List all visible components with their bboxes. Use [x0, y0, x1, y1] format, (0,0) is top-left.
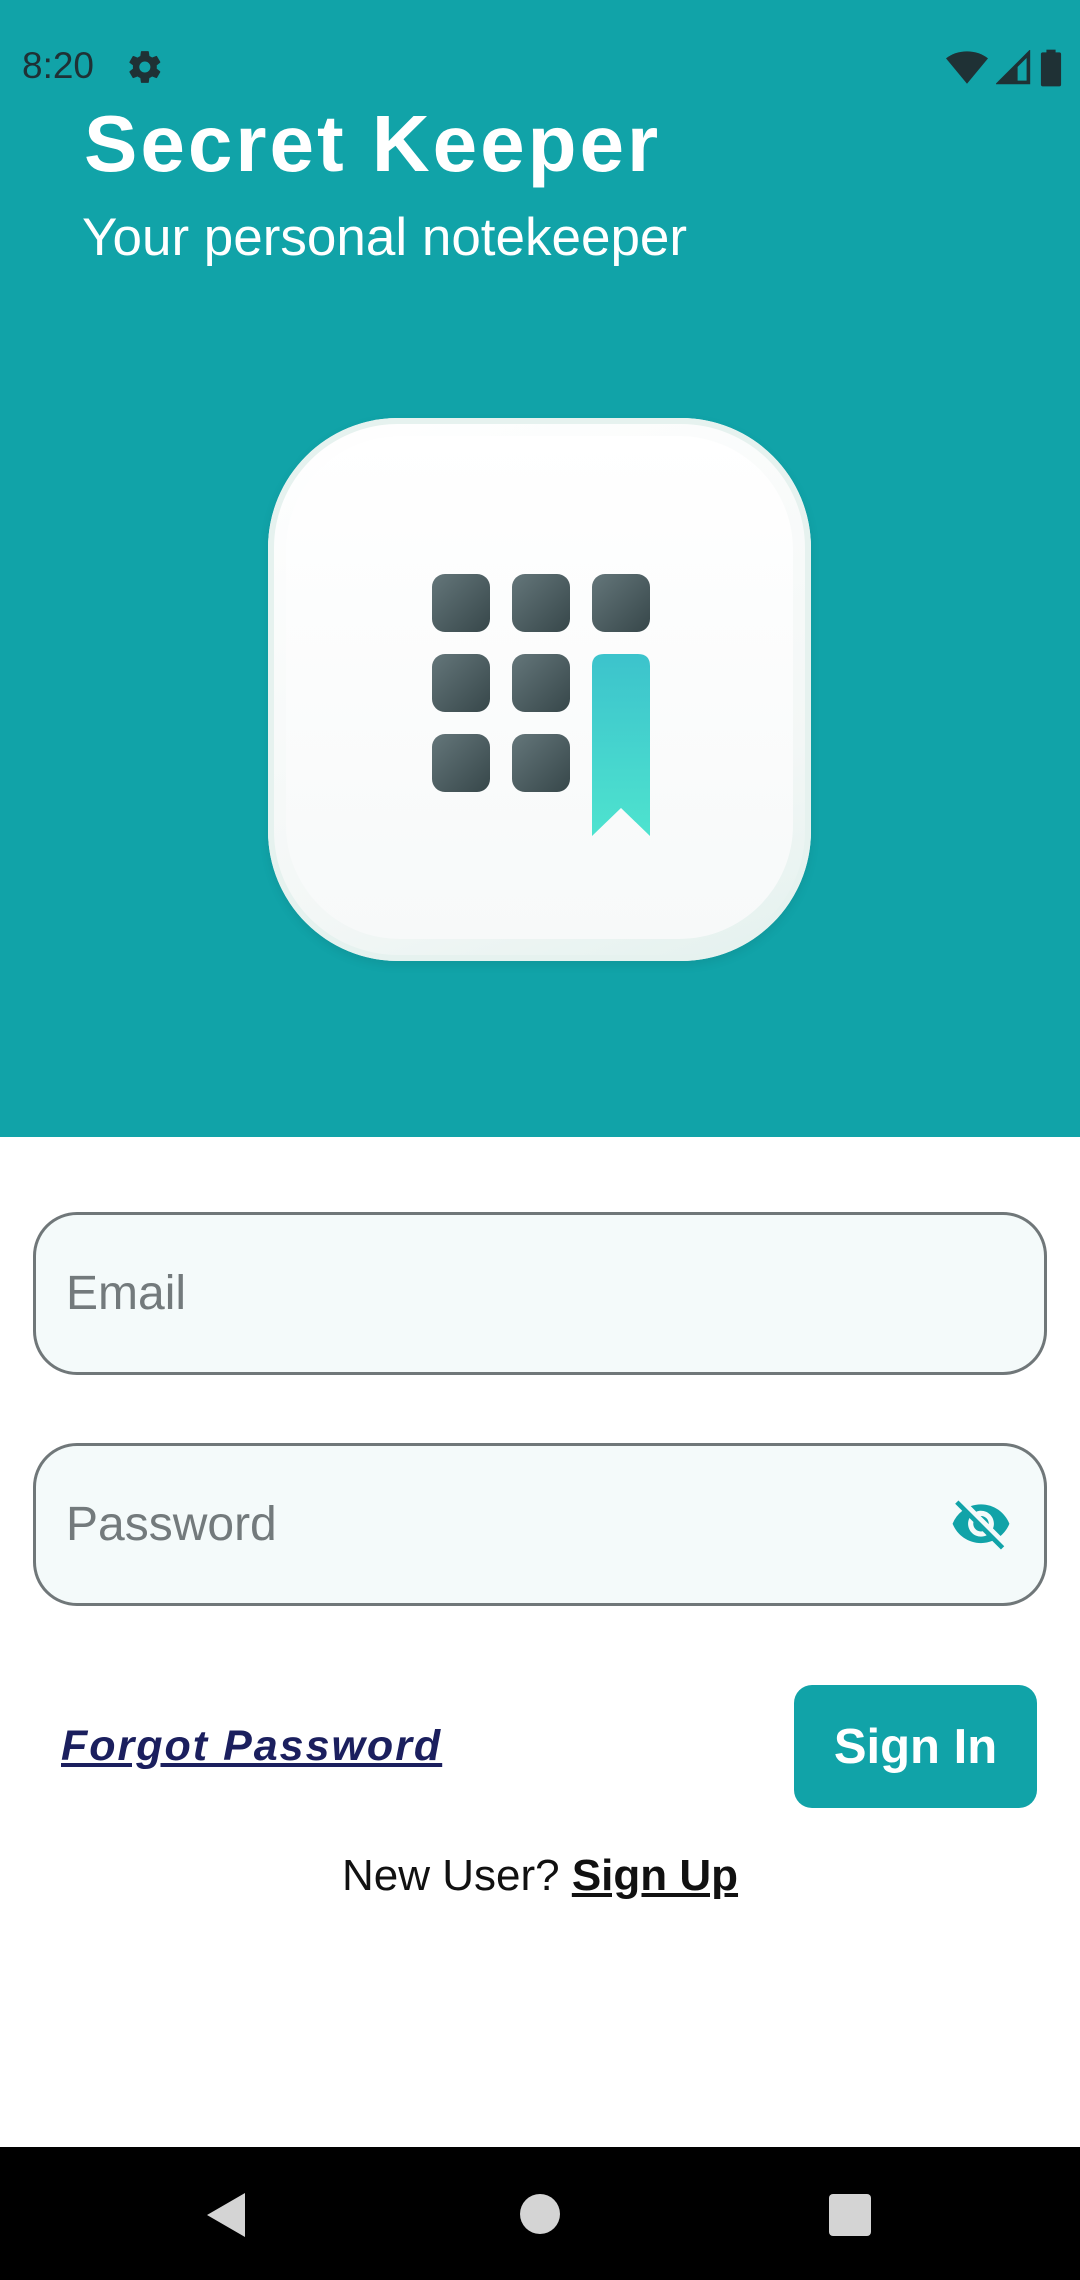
- login-screen: 8:20 Secret Keeper Your personal notekee: [0, 0, 1080, 2280]
- notekeeper-app-icon: [268, 418, 811, 961]
- app-title: Secret Keeper: [84, 99, 662, 188]
- sign-up-link[interactable]: Sign Up: [572, 1851, 738, 1900]
- signal-icon: [996, 50, 1031, 85]
- password-input[interactable]: [66, 1446, 946, 1603]
- recents-button[interactable]: [790, 2147, 910, 2280]
- sign-in-button[interactable]: Sign In: [794, 1685, 1037, 1808]
- keypad-bookmark-icon: [432, 574, 650, 836]
- email-input[interactable]: [66, 1215, 946, 1372]
- signup-prompt: New User? Sign Up: [0, 1846, 1080, 1906]
- status-time: 8:20: [22, 45, 95, 86]
- home-button[interactable]: [480, 2147, 600, 2280]
- email-field[interactable]: [33, 1212, 1047, 1375]
- app-subtitle: Your personal notekeeper: [82, 208, 688, 267]
- battery-icon: [1040, 49, 1062, 87]
- new-user-text: New User?: [341, 1851, 560, 1900]
- eye-off-icon[interactable]: [948, 1494, 1014, 1556]
- forgot-password-link[interactable]: Forgot Password: [61, 1716, 442, 1776]
- gear-icon: [129, 51, 161, 83]
- password-field[interactable]: [33, 1443, 1047, 1606]
- back-icon: [207, 2193, 245, 2237]
- wifi-icon: [946, 51, 988, 84]
- recents-icon: [829, 2194, 871, 2236]
- back-button[interactable]: [166, 2147, 286, 2280]
- navigation-bar: [0, 2147, 1080, 2280]
- status-icons: [946, 48, 1062, 88]
- home-icon: [520, 2194, 560, 2234]
- header-banner: 8:20 Secret Keeper Your personal notekee: [0, 0, 1080, 1137]
